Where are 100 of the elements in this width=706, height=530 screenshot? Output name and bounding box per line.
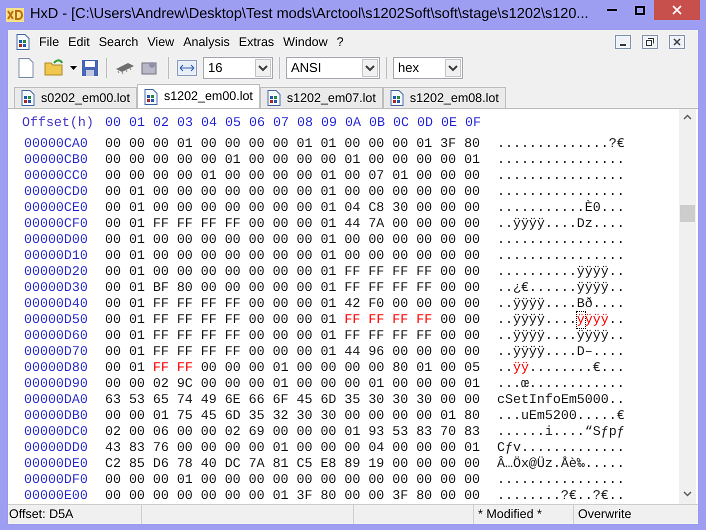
hex-bytes: 00 01 FF FF FF FF 00 00 00 01 FF FF FF FF 00 00 xyxy=(105,328,480,344)
dropdown[interactable]: ANSI xyxy=(286,57,380,79)
hex-bytes: FF FF xyxy=(152,360,193,376)
hex-bytes: 00 01 00 00 00 00 00 00 00 01 FF FF FF FF 00 00 xyxy=(105,264,480,280)
memory-chip-icon[interactable] xyxy=(114,61,136,75)
column-header: 04 xyxy=(201,115,218,131)
new-file-icon[interactable] xyxy=(18,58,34,78)
hex-bytes: 00 00 00 00 01 00 00 00 00 01 00 07 01 00 00 00 xyxy=(105,168,480,184)
hex-bytes: 00 00 00 00 00 00 00 01 3F 80 00 00 3F 80 00 00 xyxy=(105,488,480,504)
column-header: 0D xyxy=(417,115,434,131)
ascii-text: ........?€..?€.. xyxy=(497,488,625,504)
menu-item[interactable]: ? xyxy=(336,32,344,52)
hex-bytes: 00 01 FF FF FF FF 00 00 00 01 44 7A 00 00 00 00 xyxy=(105,216,480,232)
ascii-text: ..ÿÿÿÿ....ÿÿÿÿ.. xyxy=(497,328,625,344)
save-icon[interactable] xyxy=(81,59,99,77)
offset-header: Offset(h) xyxy=(22,115,95,131)
column-header: 00 xyxy=(105,115,122,131)
minimize-icon xyxy=(607,9,617,11)
close-button[interactable] xyxy=(669,35,685,49)
dropdown[interactable]: 16 xyxy=(203,57,273,79)
hex-bytes: 00 00 00 00 00 01 00 00 00 00 01 00 00 00 00 01 xyxy=(105,152,480,168)
ascii-text: ÿÿ xyxy=(512,360,529,376)
ascii-text: ...uEm5200.....€ xyxy=(497,408,625,424)
column-header: 0E xyxy=(441,115,458,131)
menu-item[interactable]: Analysis xyxy=(183,32,230,52)
offset-cell-text: 00000D20 xyxy=(23,264,89,280)
ascii-text: ..............?€ xyxy=(497,136,625,152)
ascii-text: Â xyxy=(497,456,505,472)
hex-bytes: 02 00 06 00 00 02 69 00 00 00 01 93 53 83 70 83 xyxy=(105,424,480,440)
document-icon xyxy=(21,90,35,106)
column-header: 08 xyxy=(297,115,314,131)
dropdown[interactable]: hex xyxy=(393,57,463,79)
hex-bytes: 00 01 FF FF FF FF 00 00 00 01 xyxy=(105,312,336,328)
offset-cell-text: 00000DF0 xyxy=(23,472,89,488)
hex-bytes: 00 01 00 00 00 00 00 00 00 01 00 00 00 00 00 00 xyxy=(105,248,480,264)
offset-cell-text: 00000D70 xyxy=(23,344,89,360)
ascii-text: ................ xyxy=(497,232,625,248)
ascii-text: ................ xyxy=(497,152,625,168)
document-icon xyxy=(16,34,30,50)
ascii-text: ........€... xyxy=(528,360,625,376)
close-button[interactable] xyxy=(654,0,700,20)
offset-cell-text: 00000D00 xyxy=(23,232,89,248)
hex-bytes: 00 01 BF 80 00 00 00 00 00 01 FF FF FF FF 00 00 xyxy=(105,280,480,296)
restore-button[interactable] xyxy=(642,35,658,49)
offset-cell-text: 00000CF0 xyxy=(23,216,89,232)
offset-cell-text: 00000D80 xyxy=(23,360,89,376)
close-icon xyxy=(673,38,681,46)
column-header: 0A xyxy=(345,115,362,131)
width-arrows-icon xyxy=(177,60,197,76)
hex-bytes: 00 01 FF FF FF FF 00 00 00 01 42 F0 00 00 00 00 xyxy=(105,296,480,312)
document-icon xyxy=(390,90,404,106)
ascii-text: ................ xyxy=(497,248,625,264)
offset-cell-text: 00000CD0 xyxy=(23,184,89,200)
file-tab[interactable]: s1202_em00.lot xyxy=(136,84,260,108)
column-header: 03 xyxy=(177,115,194,131)
vertical-scrollbar[interactable] xyxy=(679,109,696,505)
ascii-text: ..ÿÿÿÿ....Dz.... xyxy=(497,216,625,232)
menu-item[interactable]: Extras xyxy=(238,32,274,52)
offset-cell-text: 00000D60 xyxy=(23,328,89,344)
offset-cell-text: 00000CE0 xyxy=(23,200,89,216)
status-mode: Overwrite xyxy=(577,506,632,524)
close-icon xyxy=(672,5,682,15)
menu-item[interactable]: View xyxy=(147,32,174,52)
offset-cell-text: 00000CC0 xyxy=(23,168,89,184)
offset-cell-text: 00000CA0 xyxy=(23,136,89,152)
column-header: 09 xyxy=(321,115,338,131)
file-tab[interactable]: s0202_em00.lot xyxy=(14,87,137,108)
hex-bytes: 00 00 00 01 00 00 00 00 00 00 00 00 00 00 00 00 xyxy=(105,472,480,488)
status-modified: * Modified * xyxy=(474,505,574,524)
restore-icon xyxy=(646,38,654,46)
offset-cell-text: 00000CB0 xyxy=(23,152,89,168)
ascii-text: .. xyxy=(608,312,625,328)
ascii-text: ÿ xyxy=(576,312,585,328)
column-header: 0F xyxy=(465,115,482,131)
file-tab[interactable]: s1202_em08.lot xyxy=(382,87,506,108)
caret-icon[interactable] xyxy=(70,66,77,70)
offset-cell-text: 00000D30 xyxy=(23,280,89,296)
offset-cell-text: 00000DB0 xyxy=(23,408,89,424)
menu-item[interactable]: File xyxy=(39,32,60,52)
menu-item[interactable]: Edit xyxy=(68,32,90,52)
hex-bytes: 00 00 00 01 00 00 00 00 80 01 00 05 xyxy=(200,360,480,376)
window-title: HxD - [C:\Users\Andrew\Desktop\Test mods\Arctool\s1202Soft\soft\stage\s1202\s120... xyxy=(30,5,590,24)
menu-item[interactable]: Window xyxy=(283,32,328,52)
offset-cell-text: 00000DC0 xyxy=(23,424,89,440)
app-logo-icon xyxy=(6,8,24,22)
offset-cell-text: 00000DD0 xyxy=(23,440,89,456)
hex-bytes: 00 00 xyxy=(440,312,480,328)
offset-cell-text: 00000D10 xyxy=(23,248,89,264)
column-header: 06 xyxy=(249,115,266,131)
menu-item[interactable]: Search xyxy=(98,32,138,52)
hex-bytes: 00 01 xyxy=(105,360,145,376)
file-tab[interactable]: s1202_em07.lot xyxy=(260,87,383,108)
ascii-text: ..ÿÿÿÿ....D–.... xyxy=(497,344,625,360)
hex-bytes: 00 01 00 00 00 00 00 00 00 01 00 00 00 00 00 00 xyxy=(105,232,480,248)
offset-cell-text: 00000D90 xyxy=(23,376,89,392)
ascii-text: ..ÿÿÿÿ....Bð.... xyxy=(497,296,625,312)
minimize-button[interactable] xyxy=(615,35,631,49)
column-header: 02 xyxy=(153,115,170,131)
ascii-text: ...œ............ xyxy=(497,376,625,392)
column-header: 07 xyxy=(273,115,290,131)
